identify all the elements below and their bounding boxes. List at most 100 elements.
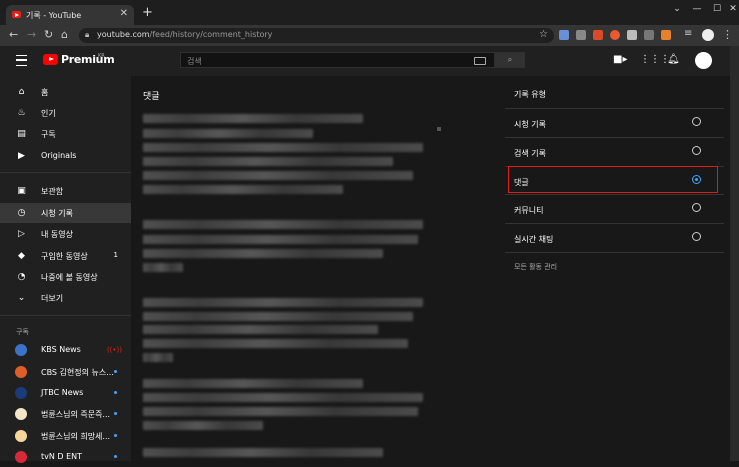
keyboard-icon[interactable]	[474, 57, 486, 65]
sidebar-item-originals[interactable]: ▶ Originals	[0, 146, 131, 166]
blurred-comment	[143, 379, 363, 388]
sidebar-item-library[interactable]: ▣ 보관함	[0, 181, 131, 201]
option-label: 검색 기록	[514, 149, 546, 158]
sidebar-item-more[interactable]: ⌄ 더보기	[0, 288, 131, 308]
channel-avatar	[15, 430, 27, 442]
browser-tab[interactable]: 기록 - YouTube ✕	[6, 5, 134, 25]
create-video-icon[interactable]: ■▸	[613, 54, 627, 65]
subscription-item[interactable]: KBS News ((•))	[0, 340, 131, 360]
manage-all-activity-link[interactable]: 모든 활동 관리	[514, 262, 557, 272]
url-text: youtube.com/feed/history/comment_history	[97, 30, 273, 39]
forward-icon[interactable]: →	[27, 28, 36, 41]
chevron-down-icon: ⌄	[17, 293, 26, 303]
option-community[interactable]: 커뮤니티	[505, 195, 724, 223]
search-placeholder: 검색	[187, 57, 202, 66]
radio-button[interactable]	[692, 117, 701, 126]
extension-shield-icon[interactable]	[559, 30, 569, 40]
address-bar[interactable]: 🔒︎ youtube.com/feed/history/comment_hist…	[79, 28, 554, 43]
home-button-icon[interactable]: ⌂	[61, 28, 68, 41]
sidebar-item-home[interactable]: ⌂ 홈	[0, 82, 131, 102]
sidebar-divider	[0, 315, 131, 316]
panel-divider	[505, 252, 724, 253]
comment-menu-icon[interactable]	[437, 127, 441, 131]
blurred-comment	[143, 407, 418, 416]
sidebar-item-label: 구입한 동영상	[41, 252, 88, 261]
subscription-item[interactable]: JTBC News	[0, 383, 131, 403]
extension-icon[interactable]	[610, 30, 620, 40]
search-input[interactable]: 검색	[180, 52, 495, 68]
my-videos-icon: ▷	[18, 229, 25, 239]
subscription-item[interactable]: 법륜스님의 즉문즉...	[0, 404, 131, 424]
apps-grid-icon[interactable]: ⋮⋮⋮	[640, 54, 670, 65]
browser-menu-icon[interactable]: ⋮	[722, 28, 733, 41]
sidebar-item-history[interactable]: ◷ 시청 기록	[0, 203, 131, 223]
blurred-comment	[143, 157, 393, 166]
blurred-comment	[143, 185, 343, 194]
blurred-comment	[143, 114, 363, 123]
channel-name: KBS News	[41, 345, 81, 354]
option-live-chat[interactable]: 실시간 채팅	[505, 224, 724, 252]
clock-icon: ◔	[17, 272, 26, 282]
blurred-comment	[143, 339, 408, 348]
back-icon[interactable]: ←	[9, 28, 18, 41]
sidebar-item-label: 구독	[41, 130, 56, 139]
playlist-icon[interactable]: ≡	[684, 28, 692, 39]
channel-avatar	[15, 387, 27, 399]
extension-icon[interactable]	[644, 30, 654, 40]
sidebar-item-label: 보관함	[41, 187, 64, 196]
radio-button[interactable]	[692, 203, 701, 212]
sidebar-item-label: Originals	[41, 151, 77, 160]
option-label: 커뮤니티	[514, 206, 544, 215]
account-avatar[interactable]	[695, 52, 712, 69]
subscription-item[interactable]: tvN D ENT	[0, 447, 131, 467]
notifications-bell-icon[interactable]: 🔔︎	[667, 54, 680, 65]
sidebar-item-watch-later[interactable]: ◔ 나중에 볼 동영상	[0, 267, 131, 287]
tab-title: 기록 - YouTube	[26, 11, 82, 20]
channel-avatar	[15, 451, 27, 463]
subscription-item[interactable]: 법륜스님의 희망세...	[0, 426, 131, 446]
blurred-comment	[143, 353, 173, 362]
extension-icon[interactable]	[661, 30, 671, 40]
subscription-item[interactable]: CBS 김현정의 뉴스...	[0, 362, 131, 382]
subscriptions-heading: 구독	[16, 328, 29, 336]
hamburger-menu-icon[interactable]	[16, 55, 27, 66]
minimize-button[interactable]: —	[687, 2, 707, 16]
channel-avatar	[15, 366, 27, 378]
sidebar-item-trending[interactable]: ♨ 인기	[0, 103, 131, 123]
brand-name[interactable]: Premium	[61, 53, 115, 66]
scrollbar[interactable]	[730, 46, 739, 461]
search-button[interactable]: ⌕	[495, 52, 525, 68]
new-tab-button[interactable]: +	[142, 5, 153, 20]
home-icon: ⌂	[18, 87, 25, 97]
option-search-history[interactable]: 검색 기록	[505, 138, 724, 166]
youtube-logo-icon[interactable]	[43, 54, 58, 65]
profile-avatar[interactable]	[702, 29, 714, 41]
channel-name: 법륜스님의 즉문즉...	[41, 410, 111, 419]
extension-icon[interactable]	[627, 30, 637, 40]
channel-name: JTBC News	[41, 388, 84, 397]
blurred-comment	[143, 448, 383, 457]
new-content-dot	[114, 455, 117, 458]
option-watch-history[interactable]: 시청 기록	[505, 109, 724, 137]
reload-icon[interactable]: ↻	[44, 28, 53, 41]
sidebar-item-purchases[interactable]: ◆ 구입한 동영상 1	[0, 246, 131, 266]
window-menu-button[interactable]: ⌄	[667, 2, 687, 16]
new-content-dot	[114, 391, 117, 394]
sidebar-item-my-videos[interactable]: ▷ 내 동영상	[0, 224, 131, 244]
flame-icon: ♨	[17, 108, 26, 118]
radio-button[interactable]	[692, 232, 701, 241]
blurred-comment	[143, 325, 378, 334]
radio-button[interactable]	[692, 146, 701, 155]
blurred-comment	[143, 249, 383, 258]
tab-close-icon[interactable]: ✕	[120, 8, 128, 19]
lock-icon: 🔒︎	[85, 30, 90, 39]
subscriptions-icon: ▤	[17, 129, 26, 139]
maximize-button[interactable]: ☐	[707, 2, 727, 16]
extension-icon[interactable]	[576, 30, 586, 40]
sidebar-item-subscriptions[interactable]: ▤ 구독	[0, 124, 131, 144]
window-close-button[interactable]: ✕	[727, 2, 739, 16]
extension-icon[interactable]	[593, 30, 603, 40]
blurred-comment	[143, 220, 423, 229]
bookmark-star-icon[interactable]: ☆	[539, 29, 548, 40]
new-content-dot	[114, 412, 117, 415]
